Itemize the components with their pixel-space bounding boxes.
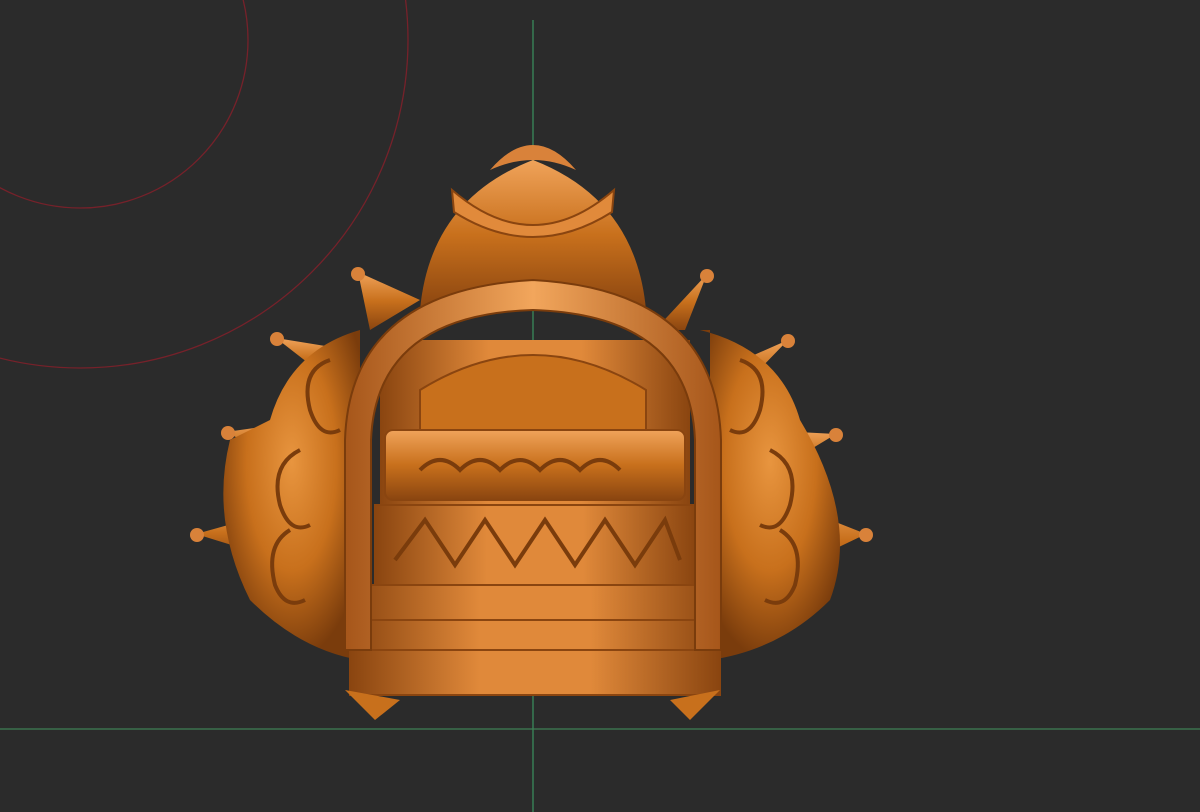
3d-viewport[interactable]: [0, 0, 1200, 812]
sculpted-crown-helmet-model[interactable]: [190, 145, 873, 720]
brush-cursor-rings: [0, 0, 409, 369]
base-band: [349, 584, 721, 696]
viewport-canvas[interactable]: [0, 0, 1200, 812]
